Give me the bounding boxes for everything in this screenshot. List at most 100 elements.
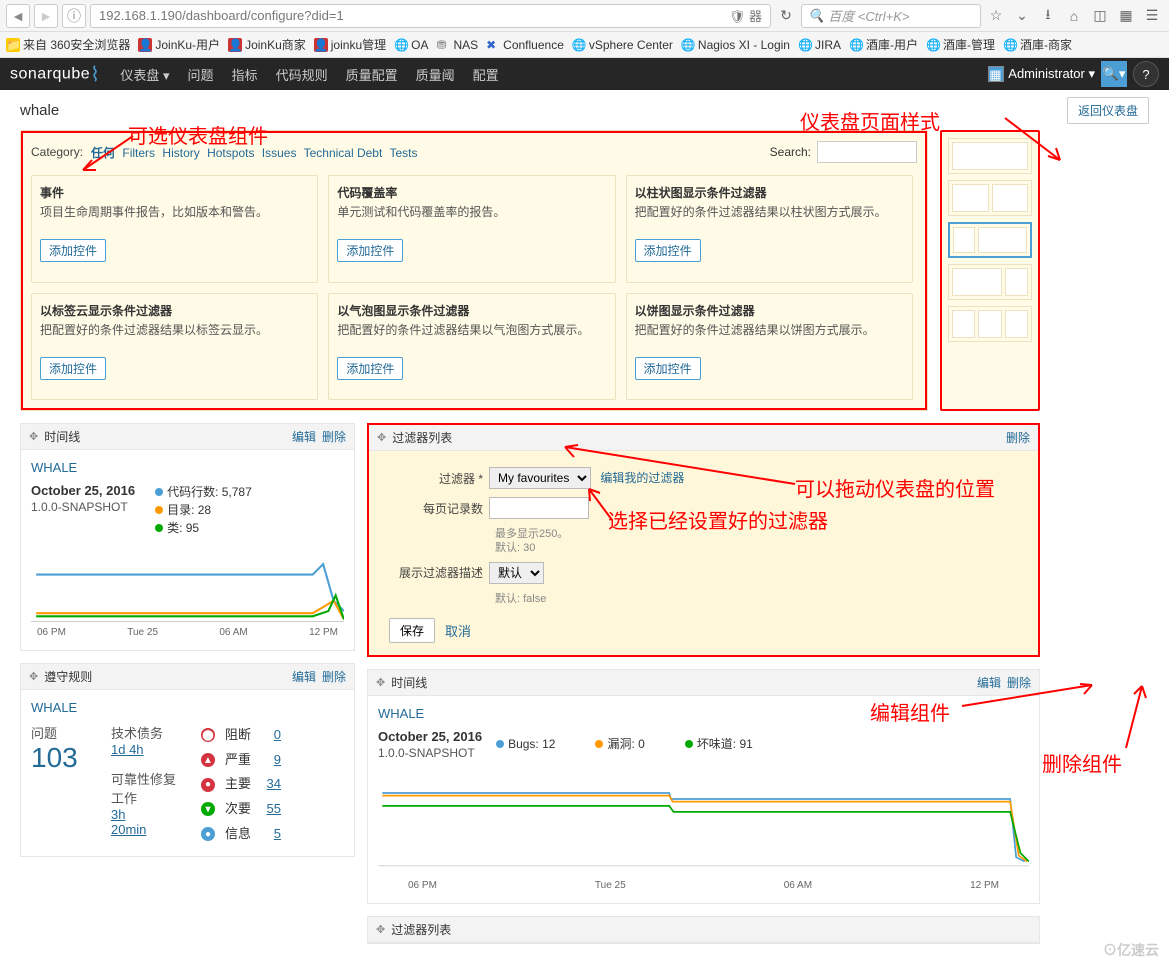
layout-option[interactable] — [948, 180, 1032, 216]
category-link[interactable]: Tests — [389, 146, 417, 160]
bookmark-item[interactable]: 👤JoinKu-用户 — [138, 36, 220, 53]
menu-icon[interactable]: ☰ — [1141, 5, 1163, 27]
bookmark-item[interactable]: 🌐Nagios XI - Login — [681, 38, 790, 52]
reliability-link[interactable]: 20min — [111, 822, 146, 837]
bookmark-item[interactable]: ✖Confluence — [486, 38, 564, 52]
bookmark-item[interactable]: 👤joinku管理 — [314, 36, 386, 53]
widget-title: 过滤器列表 — [391, 921, 451, 938]
category-link[interactable]: Technical Debt — [304, 146, 383, 160]
edit-link[interactable]: 编辑 — [292, 668, 316, 685]
add-widget-button[interactable]: 添加控件 — [635, 357, 701, 380]
edit-link[interactable]: 编辑 — [977, 674, 1001, 691]
url-bar[interactable]: 192.168.1.190/dashboard/configure?did=1 … — [90, 4, 771, 28]
bookmark-bar: 📁来自 360安全浏览器 👤JoinKu-用户 👤JoinKu商家 👤joink… — [0, 32, 1169, 58]
bookmark-item[interactable]: 👤JoinKu商家 — [228, 36, 306, 53]
project-link[interactable]: WHALE — [31, 460, 77, 475]
nav-menu: 仪表盘 ▾ 问题 指标 代码规则 质量配置 质量阈 配置 — [120, 65, 498, 84]
nav-dashboards[interactable]: 仪表盘 ▾ — [120, 65, 169, 84]
pocket-icon[interactable]: ⌄ — [1011, 5, 1033, 27]
project-link[interactable]: WHALE — [378, 706, 424, 721]
delete-link[interactable]: 删除 — [322, 668, 346, 685]
bookmark-item[interactable]: 🌐酒庫-管理 — [926, 36, 995, 53]
issues-count[interactable]: 103 — [31, 742, 78, 773]
filter-select[interactable]: My favourites — [489, 467, 591, 489]
back-dashboard-button[interactable]: 返回仪表盘 — [1067, 97, 1149, 124]
search-icon[interactable]: 🔍▾ — [1101, 61, 1127, 87]
search-box[interactable]: 🔍 百度 <Ctrl+K> — [801, 4, 981, 28]
shield-icon: 🛡 器 — [729, 6, 762, 25]
panel-icon[interactable]: ◫ — [1089, 5, 1111, 27]
reliability-link[interactable]: 3h — [111, 807, 125, 822]
widget-title: 时间线 — [391, 674, 427, 691]
delete-link[interactable]: 删除 — [1007, 674, 1031, 691]
category-link[interactable]: Issues — [262, 146, 297, 160]
delete-link[interactable]: 删除 — [1006, 429, 1030, 446]
category-link[interactable]: Hotspots — [207, 146, 254, 160]
drag-icon[interactable]: ✥ — [29, 670, 38, 683]
sev-count[interactable]: 5 — [261, 822, 281, 847]
widget-search-input[interactable] — [817, 141, 917, 163]
page-size-input[interactable] — [489, 497, 589, 519]
layout-option[interactable] — [948, 306, 1032, 342]
star-icon[interactable]: ☆ — [985, 5, 1007, 27]
bookmark-item[interactable]: ⛃NAS — [436, 38, 478, 52]
nav-profiles[interactable]: 质量配置 — [346, 65, 398, 84]
debt-link[interactable]: 1d 4h — [111, 742, 144, 757]
sev-count[interactable]: 9 — [261, 748, 281, 773]
add-widget-button[interactable]: 添加控件 — [40, 357, 106, 380]
logo[interactable]: sonarqube⌇ — [10, 62, 100, 87]
layout-option[interactable] — [948, 138, 1032, 174]
bookmark-item[interactable]: 🌐JIRA — [798, 38, 841, 52]
add-widget-button[interactable]: 添加控件 — [337, 239, 403, 262]
cancel-link[interactable]: 取消 — [445, 621, 471, 640]
help-icon[interactable]: ? — [1133, 61, 1159, 87]
bookmark-item[interactable]: 🌐OA — [394, 38, 428, 52]
widget-card: 以饼图显示条件过滤器 把配置好的条件过滤器结果以饼图方式展示。 添加控件 — [626, 293, 913, 401]
forward-button[interactable]: ► — [34, 4, 58, 28]
project-header: whale 返回仪表盘 — [0, 90, 1169, 130]
identity-button[interactable]: ⓘ — [62, 4, 86, 28]
sev-count[interactable]: 34 — [261, 772, 281, 797]
nav-gates[interactable]: 质量阈 — [416, 65, 455, 84]
nav-rules[interactable]: 代码规则 — [276, 65, 328, 84]
project-link[interactable]: WHALE — [31, 700, 77, 715]
bookmark-item[interactable]: 🌐酒庫-商家 — [1003, 36, 1072, 53]
bookmark-item[interactable]: 🌐酒庫-用户 — [849, 36, 918, 53]
sonarqube-header: sonarqube⌇ 仪表盘 ▾ 问题 指标 代码规则 质量配置 质量阈 配置 … — [0, 58, 1169, 90]
reload-icon[interactable]: ↻ — [775, 5, 797, 27]
save-button[interactable]: 保存 — [389, 618, 435, 643]
nav-issues[interactable]: 问题 — [188, 65, 214, 84]
delete-link[interactable]: 删除 — [322, 428, 346, 445]
drag-icon[interactable]: ✥ — [377, 431, 386, 444]
bookmark-origin[interactable]: 📁来自 360安全浏览器 — [6, 36, 130, 53]
back-button[interactable]: ◄ — [6, 4, 30, 28]
edit-filter-link[interactable]: 编辑我的过滤器 — [600, 471, 684, 485]
drag-icon[interactable]: ✥ — [376, 676, 385, 689]
user-menu[interactable]: ▦ Administrator ▾ — [988, 66, 1095, 82]
drag-icon[interactable]: ✥ — [376, 923, 385, 936]
show-desc-select[interactable]: 默认 — [489, 562, 544, 584]
home-icon[interactable]: ⌂ — [1063, 5, 1085, 27]
download-icon[interactable]: ⭳ — [1037, 5, 1059, 27]
layout-option[interactable] — [948, 222, 1032, 258]
category-link[interactable]: 任何 — [91, 146, 115, 160]
layout-option[interactable] — [948, 264, 1032, 300]
layout-selector — [940, 130, 1040, 411]
url-text: 192.168.1.190/dashboard/configure?did=1 — [99, 8, 344, 23]
add-widget-button[interactable]: 添加控件 — [337, 357, 403, 380]
sev-count[interactable]: 0 — [261, 723, 281, 748]
rules-widget: ✥ 遵守规则 编辑 删除 WHALE 问题 103 — [20, 663, 355, 857]
addon-icon[interactable]: ▦ — [1115, 5, 1137, 27]
category-link[interactable]: Filters — [122, 146, 155, 160]
sev-count[interactable]: 55 — [261, 797, 281, 822]
widget-card: 以柱状图显示条件过滤器 把配置好的条件过滤器结果以柱状图方式展示。 添加控件 — [626, 175, 913, 283]
category-link[interactable]: History — [162, 146, 199, 160]
drag-icon[interactable]: ✥ — [29, 430, 38, 443]
widget-title: 过滤器列表 — [392, 429, 452, 446]
add-widget-button[interactable]: 添加控件 — [635, 239, 701, 262]
nav-measures[interactable]: 指标 — [232, 65, 258, 84]
bookmark-item[interactable]: 🌐vSphere Center — [572, 38, 673, 52]
add-widget-button[interactable]: 添加控件 — [40, 239, 106, 262]
nav-admin[interactable]: 配置 — [473, 65, 499, 84]
edit-link[interactable]: 编辑 — [292, 428, 316, 445]
